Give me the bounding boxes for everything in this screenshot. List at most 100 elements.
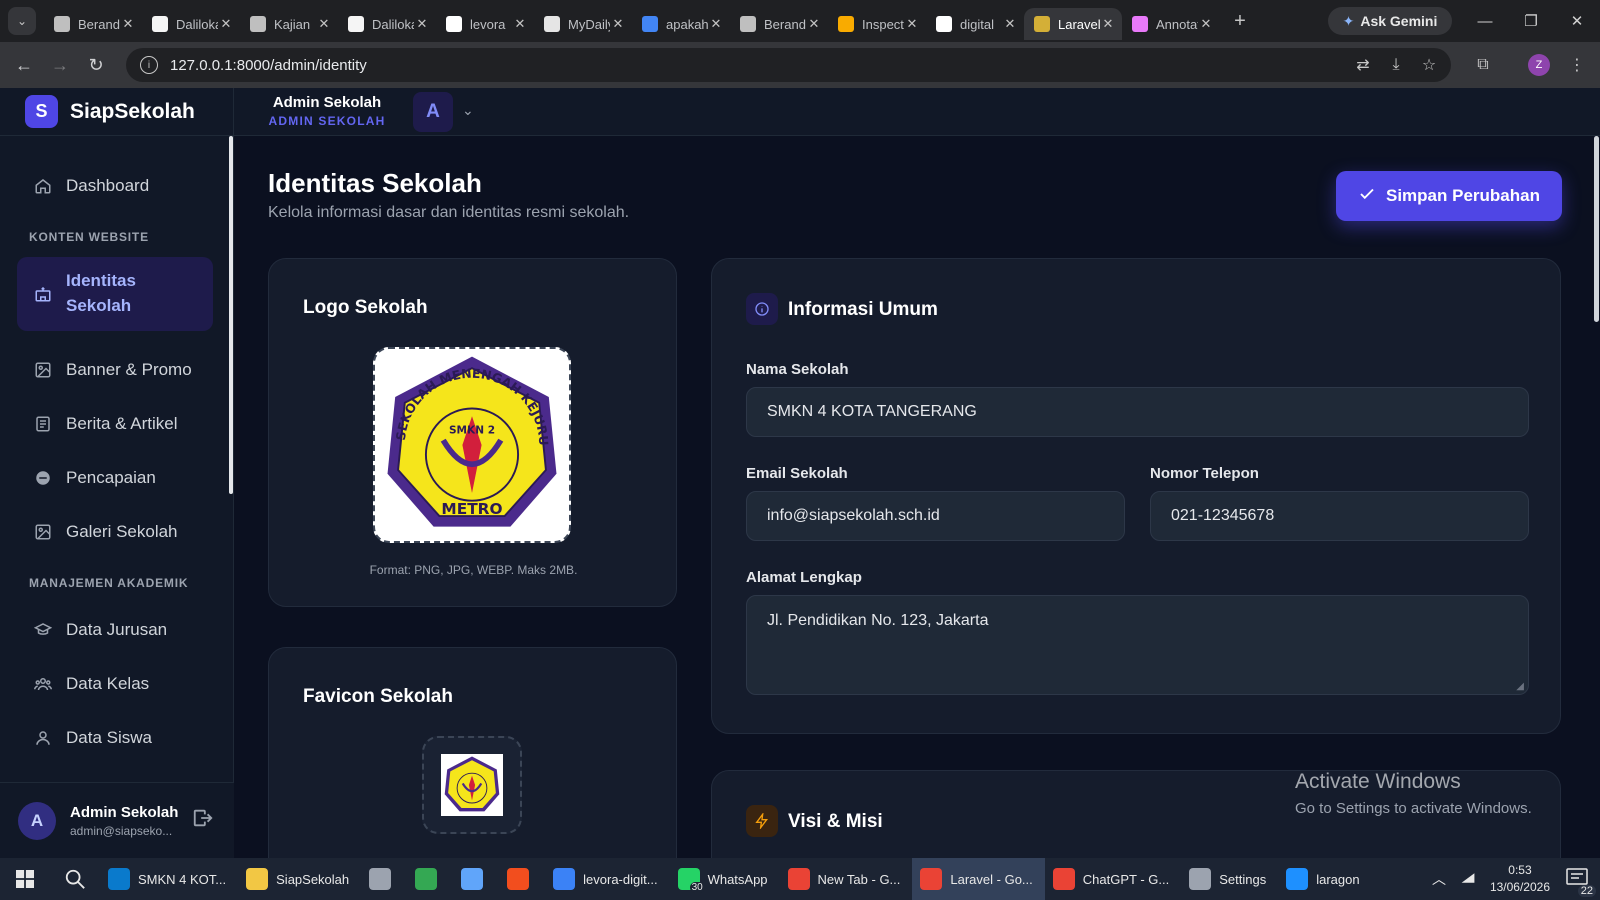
minimize-button[interactable]: — bbox=[1462, 0, 1508, 42]
taskbar-app[interactable]: SMKN 4 KOT... bbox=[100, 858, 238, 900]
notification-center-button[interactable]: 22 bbox=[1566, 867, 1596, 897]
image-icon bbox=[34, 523, 52, 541]
browser-tab[interactable]: Daliloka ✕ bbox=[142, 8, 240, 40]
school-name-input[interactable]: SMKN 4 KOTA TANGERANG bbox=[746, 387, 1529, 437]
forward-button[interactable]: → bbox=[42, 47, 78, 83]
taskbar-app[interactable] bbox=[499, 858, 545, 900]
sidebar-item-majors[interactable]: Data Jurusan bbox=[17, 604, 213, 656]
tab-search-button[interactable]: ⌄ bbox=[8, 7, 36, 35]
tray-overflow-icon[interactable]: ︿ bbox=[1432, 869, 1446, 889]
close-tab-icon[interactable]: ✕ bbox=[316, 16, 332, 32]
browser-tab[interactable]: Annotate✕ bbox=[1122, 8, 1220, 40]
topbar-avatar[interactable]: A bbox=[413, 92, 453, 132]
taskbar-app[interactable]: levora-digit... bbox=[545, 858, 669, 900]
translate-icon[interactable]: ⇄ bbox=[1352, 55, 1374, 75]
sidebar-item-dashboard[interactable]: Dashboard bbox=[17, 160, 213, 212]
browser-tab[interactable]: MyDaily ✕ bbox=[534, 8, 632, 40]
address-textarea[interactable]: Jl. Pendidikan No. 123, Jakarta ◢ bbox=[746, 595, 1529, 695]
school-email-input[interactable]: info@siapsekolah.sch.id bbox=[746, 491, 1125, 541]
browser-tab[interactable]: Beranda✕ bbox=[44, 8, 142, 40]
taskbar-app[interactable] bbox=[453, 858, 499, 900]
taskbar-search-button[interactable] bbox=[50, 858, 100, 900]
close-tab-icon[interactable]: ✕ bbox=[1100, 16, 1116, 32]
restore-button[interactable]: ❐ bbox=[1508, 0, 1554, 42]
browser-tab[interactable]: Kajian ✕ bbox=[240, 8, 338, 40]
taskbar-app[interactable]: Laravel - Go... bbox=[912, 858, 1045, 900]
sidebar-item-gallery[interactable]: Galeri Sekolah bbox=[17, 506, 213, 558]
profile-avatar[interactable]: Z bbox=[1528, 54, 1550, 76]
browser-tab[interactable]: Daliloka ✕ bbox=[338, 8, 436, 40]
home-icon bbox=[34, 177, 52, 195]
taskbar-app[interactable]: New Tab - G... bbox=[780, 858, 913, 900]
sidebar-item-classes[interactable]: Data Kelas bbox=[17, 658, 213, 710]
close-tab-icon[interactable]: ✕ bbox=[414, 16, 430, 32]
close-window-button[interactable]: ✕ bbox=[1554, 0, 1600, 42]
taskbar-app[interactable]: 30 WhatsApp bbox=[670, 858, 780, 900]
sidebar-item-achievement[interactable]: Pencapaian bbox=[17, 452, 213, 504]
address-bar[interactable]: i 127.0.0.1:8000/admin/identity bbox=[126, 48, 1451, 82]
browser-tab-label: Annotate bbox=[1156, 16, 1198, 32]
taskbar-app[interactable] bbox=[361, 858, 407, 900]
network-icon[interactable] bbox=[1460, 871, 1476, 888]
reload-button[interactable]: ↻ bbox=[78, 47, 114, 83]
browser-tab[interactable]: Inspect ✕ bbox=[828, 8, 926, 40]
brand[interactable]: S SiapSekolah bbox=[0, 88, 233, 136]
taskbar-app[interactable]: ChatGPT - G... bbox=[1045, 858, 1181, 900]
sidebar-item-identity[interactable]: Identitas Sekolah bbox=[17, 257, 213, 331]
browser-tab-label: Daliloka bbox=[176, 16, 218, 32]
start-button[interactable] bbox=[0, 858, 50, 900]
browser-tab[interactable]: apakah ✕ bbox=[632, 8, 730, 40]
gemini-sparkle-icon: ✦ bbox=[1342, 12, 1355, 29]
favicon-upload-area[interactable] bbox=[422, 736, 522, 834]
clock-date[interactable]: 13/06/2026 bbox=[1490, 879, 1550, 896]
info-circle-icon bbox=[746, 293, 778, 325]
sidebar-item-banner[interactable]: Banner & Promo bbox=[17, 344, 213, 396]
sidebar-item-label: Data Siswa bbox=[66, 728, 152, 747]
user-menu-chevron-icon[interactable]: ⌄ bbox=[462, 102, 474, 119]
browser-tab[interactable]: levora ✕ bbox=[436, 8, 534, 40]
close-tab-icon[interactable]: ✕ bbox=[120, 16, 136, 32]
address-value: Jl. Pendidikan No. 123, Jakarta bbox=[767, 612, 989, 629]
taskbar-app[interactable]: Settings bbox=[1181, 858, 1278, 900]
taskbar-app[interactable]: laragon bbox=[1278, 858, 1371, 900]
brand-logo: S bbox=[25, 95, 58, 128]
sidebar-item-students[interactable]: Data Siswa bbox=[17, 712, 213, 764]
taskbar-app-label: SiapSekolah bbox=[276, 871, 350, 887]
logo-card-title: Logo Sekolah bbox=[303, 297, 428, 318]
ask-gemini-button[interactable]: ✦ Ask Gemini bbox=[1328, 7, 1452, 35]
resize-handle-icon[interactable]: ◢ bbox=[1516, 681, 1524, 692]
close-tab-icon[interactable]: ✕ bbox=[708, 16, 724, 32]
logo-upload-area[interactable]: SEKOLAH MENENGAH KEJURUAN NEGERI 2 SMKN … bbox=[373, 347, 571, 543]
logout-icon[interactable] bbox=[192, 807, 214, 834]
new-tab-button[interactable]: + bbox=[1226, 10, 1254, 33]
browser-tab-label: MyDaily bbox=[568, 16, 610, 32]
close-tab-icon[interactable]: ✕ bbox=[512, 16, 528, 32]
extensions-icon[interactable]: ⧉ bbox=[1472, 55, 1494, 75]
close-tab-icon[interactable]: ✕ bbox=[1198, 16, 1214, 32]
back-button[interactable]: ← bbox=[6, 47, 42, 83]
save-button[interactable]: Simpan Perubahan bbox=[1336, 171, 1562, 221]
clock-time[interactable]: 0:53 bbox=[1490, 862, 1550, 879]
close-tab-icon[interactable]: ✕ bbox=[610, 16, 626, 32]
browser-tab[interactable]: digital ✕ bbox=[926, 8, 1024, 40]
close-tab-icon[interactable]: ✕ bbox=[806, 16, 822, 32]
favicon-image bbox=[441, 754, 503, 816]
general-info-title: Informasi Umum bbox=[788, 299, 938, 320]
taskbar-app[interactable]: SiapSekolah bbox=[238, 858, 361, 900]
menu-kebab-icon[interactable]: ⋮ bbox=[1566, 55, 1588, 75]
triangle-icon bbox=[936, 16, 952, 32]
browser-tab[interactable]: Beranda✕ bbox=[730, 8, 828, 40]
sidebar-item-news[interactable]: Berita & Artikel bbox=[17, 398, 213, 450]
browser-tab-label: Beranda bbox=[764, 16, 806, 32]
install-app-icon[interactable]: ⤓ bbox=[1385, 55, 1407, 75]
page-scrollbar[interactable] bbox=[1594, 136, 1599, 322]
taskbar-app[interactable] bbox=[407, 858, 453, 900]
close-tab-icon[interactable]: ✕ bbox=[904, 16, 920, 32]
bookmark-star-icon[interactable]: ☆ bbox=[1418, 55, 1440, 75]
sidebar-scrollbar[interactable] bbox=[229, 136, 233, 494]
close-tab-icon[interactable]: ✕ bbox=[218, 16, 234, 32]
browser-tab[interactable]: Laravel ✕ bbox=[1024, 8, 1122, 40]
close-tab-icon[interactable]: ✕ bbox=[1002, 16, 1018, 32]
phone-input[interactable]: 021-12345678 bbox=[1150, 491, 1529, 541]
site-info-icon[interactable]: i bbox=[140, 56, 158, 74]
